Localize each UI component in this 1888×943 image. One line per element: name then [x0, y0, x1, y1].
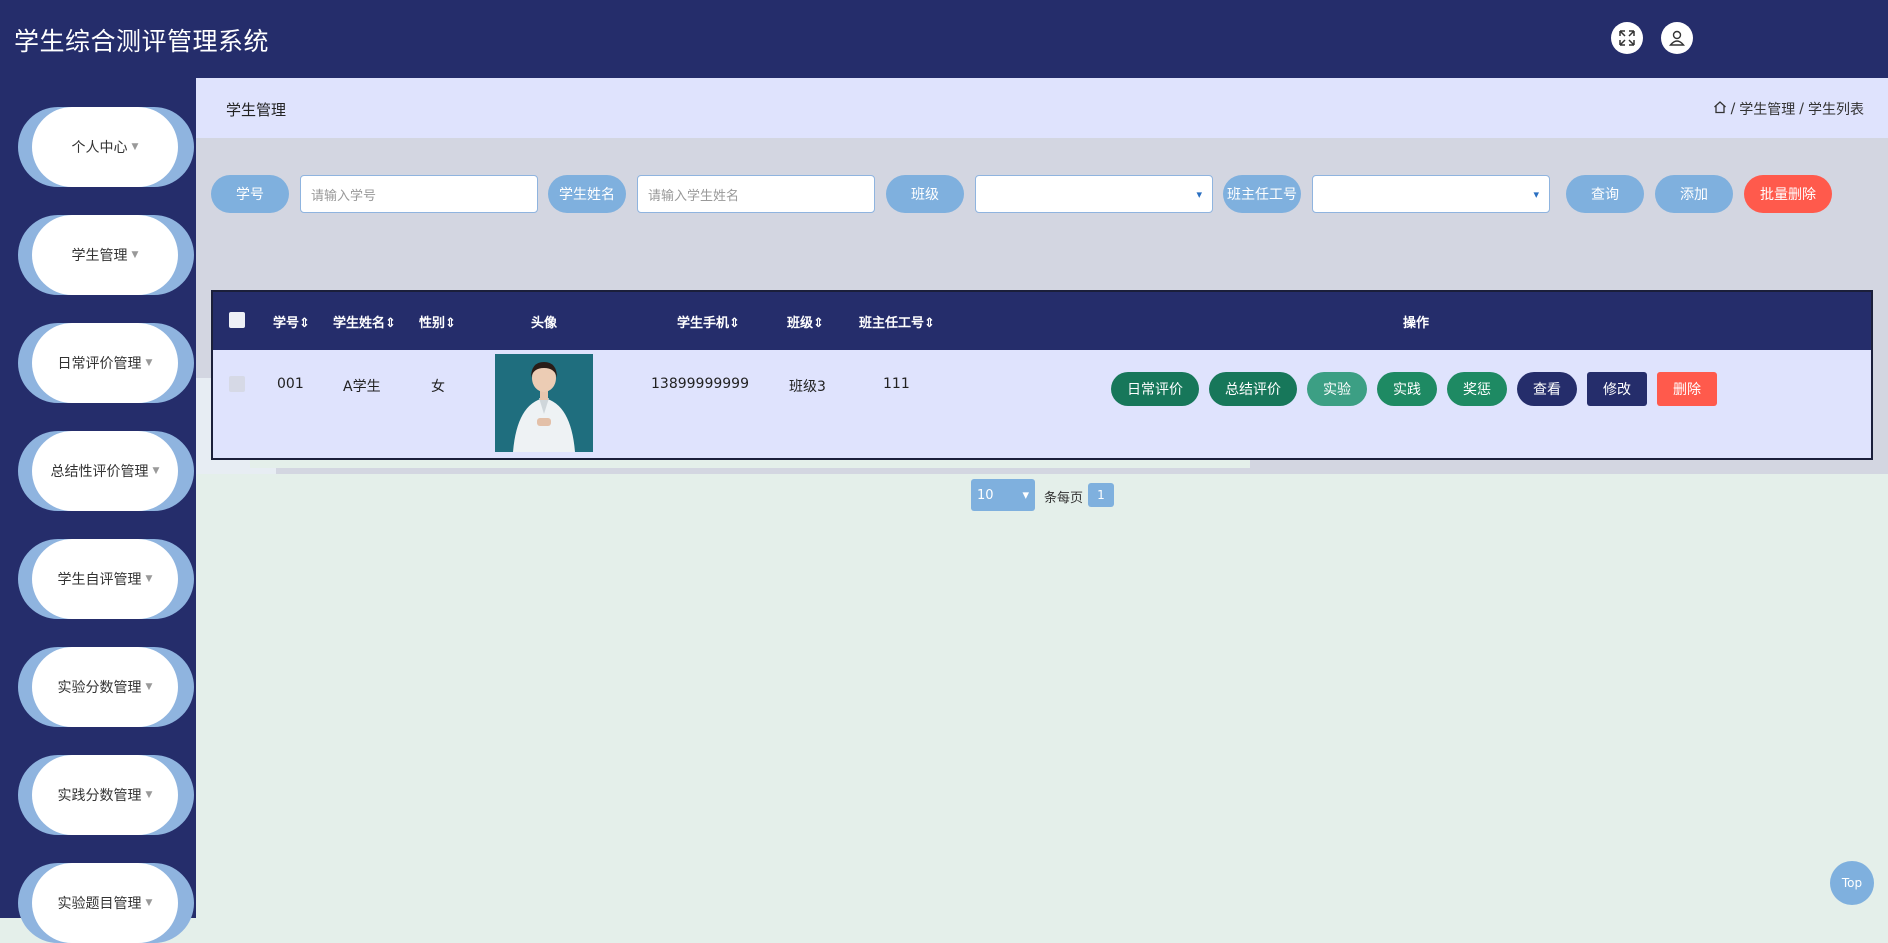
cell-phone: 13899999999: [651, 376, 749, 392]
chevron-down-icon: ▾: [1022, 487, 1029, 503]
sidebar-item-label: 实践分数管理: [57, 788, 142, 804]
caret-down-icon: ▼: [145, 358, 153, 368]
summary-evaluation-button[interactable]: 总结评价: [1209, 372, 1297, 406]
daily-evaluation-button[interactable]: 日常评价: [1111, 372, 1199, 406]
page-size-select[interactable]: 10 ▾: [971, 479, 1035, 511]
query-button[interactable]: 查询: [1566, 175, 1644, 213]
delete-button[interactable]: 删除: [1657, 372, 1717, 406]
caret-down-icon: ▼: [145, 574, 153, 584]
header-teacher-no[interactable]: 班主任工号⇕: [859, 312, 935, 331]
user-icon[interactable]: [1661, 22, 1693, 54]
header-class[interactable]: 班级⇕: [787, 312, 824, 331]
page-size-value: 10: [977, 487, 994, 503]
caret-down-icon: ▼: [145, 682, 153, 692]
student-no-label: 学号: [211, 175, 289, 213]
cell-gender: 女: [431, 379, 445, 395]
sidebar-item-label: 总结性评价管理: [50, 464, 149, 480]
sidebar: 个人中心 ▼ 学生管理 ▼ 日常评价管理 ▼ 总结性评价管理 ▼ 学生自评管理 ▼ 实验分…: [0, 78, 196, 943]
breadcrumb-separator: /: [1799, 101, 1804, 117]
header-gender[interactable]: 性别⇕: [419, 312, 456, 331]
sidebar-item-label: 实验题目管理: [57, 896, 142, 912]
sidebar-item-practice-score[interactable]: 实践分数管理 ▼: [18, 755, 194, 835]
sidebar-item-personal-center[interactable]: 个人中心 ▼: [18, 107, 194, 187]
page-title: 学生管理: [226, 101, 287, 119]
breadcrumb-item: 学生列表: [1808, 102, 1864, 118]
cell-student-no: 001: [277, 376, 304, 392]
caret-down-icon: ▼: [131, 250, 139, 260]
class-label: 班级: [886, 175, 964, 213]
caret-down-icon: ▼: [131, 142, 139, 152]
sidebar-item-summary-evaluation[interactable]: 总结性评价管理 ▼: [18, 431, 194, 511]
per-page-label: 条每页: [1044, 491, 1084, 506]
sidebar-item-label: 学生自评管理: [57, 572, 142, 588]
home-icon[interactable]: [1713, 100, 1727, 118]
main-content: 学生管理 / 学生管理 / 学生列表 学号 请输入学号 学生姓名 请输入学生姓名…: [196, 78, 1888, 918]
breadcrumb: / 学生管理 / 学生列表: [1713, 99, 1864, 119]
header-student-no[interactable]: 学号⇕: [273, 312, 310, 331]
sidebar-item-self-evaluation[interactable]: 学生自评管理 ▼: [18, 539, 194, 619]
edit-button[interactable]: 修改: [1587, 372, 1647, 406]
cell-teacher-no: 111: [883, 376, 910, 392]
app-title: 学生综合测评管理系统: [14, 27, 270, 56]
select-all-checkbox[interactable]: [229, 312, 245, 328]
breadcrumb-item[interactable]: 学生管理: [1739, 99, 1795, 119]
sidebar-item-label: 实验分数管理: [57, 680, 142, 696]
reward-punishment-button[interactable]: 奖惩: [1447, 372, 1507, 406]
row-checkbox[interactable]: [229, 376, 245, 392]
sidebar-item-experiment-topics[interactable]: 实验题目管理 ▼: [18, 863, 194, 943]
caret-down-icon: ▼: [145, 898, 153, 908]
sidebar-item-daily-evaluation[interactable]: 日常评价管理 ▼: [18, 323, 194, 403]
fullscreen-icon[interactable]: [1611, 22, 1643, 54]
class-select[interactable]: ▾: [975, 175, 1213, 213]
student-avatar: [495, 354, 593, 452]
back-to-top-button[interactable]: Top: [1830, 861, 1874, 905]
add-button[interactable]: 添加: [1655, 175, 1733, 213]
sidebar-item-label: 个人中心: [71, 140, 128, 156]
header-phone[interactable]: 学生手机⇕: [677, 312, 740, 331]
teacher-no-label: 班主任工号: [1223, 175, 1301, 213]
breadcrumb-bar: 学生管理 / 学生管理 / 学生列表: [196, 78, 1888, 138]
page-number[interactable]: 1: [1088, 483, 1114, 507]
header-actions: 操作: [1403, 316, 1430, 331]
batch-delete-button[interactable]: 批量删除: [1744, 175, 1832, 213]
sidebar-item-student-management[interactable]: 学生管理 ▼: [18, 215, 194, 295]
top-bar: 学生综合测评管理系统: [0, 0, 1888, 78]
view-button[interactable]: 查看: [1517, 372, 1577, 406]
cell-class: 班级3: [789, 379, 826, 395]
teacher-no-select[interactable]: ▾: [1312, 175, 1550, 213]
chevron-down-icon: ▾: [1196, 187, 1202, 201]
table-header: 学号⇕ 学生姓名⇕ 性别⇕ 头像 学生手机⇕ 班级⇕ 班主任工号⇕ 操作: [213, 292, 1871, 350]
caret-down-icon: ▼: [145, 790, 153, 800]
chevron-down-icon: ▾: [1533, 187, 1539, 201]
student-table: 学号⇕ 学生姓名⇕ 性别⇕ 头像 学生手机⇕ 班级⇕ 班主任工号⇕ 操作 001…: [211, 290, 1873, 460]
breadcrumb-separator: /: [1730, 101, 1736, 117]
student-no-input[interactable]: 请输入学号: [300, 175, 538, 213]
experiment-button[interactable]: 实验: [1307, 372, 1367, 406]
student-name-input[interactable]: 请输入学生姓名: [637, 175, 875, 213]
sidebar-item-experiment-score[interactable]: 实验分数管理 ▼: [18, 647, 194, 727]
caret-down-icon: ▼: [152, 466, 160, 476]
header-avatar: 头像: [531, 316, 558, 331]
practice-button[interactable]: 实践: [1377, 372, 1437, 406]
cell-student-name: A学生: [343, 379, 381, 395]
student-name-label: 学生姓名: [548, 175, 626, 213]
sidebar-item-label: 学生管理: [71, 248, 128, 264]
header-student-name[interactable]: 学生姓名⇕: [333, 312, 396, 331]
sidebar-item-label: 日常评价管理: [57, 356, 142, 372]
